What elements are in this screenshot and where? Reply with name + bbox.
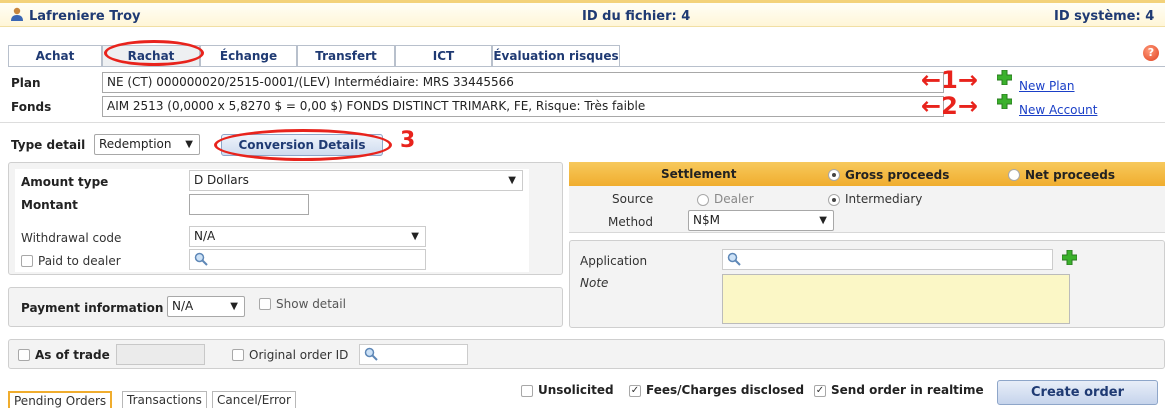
- tab-ict[interactable]: ICT: [395, 45, 492, 66]
- plan-select[interactable]: NE (CT) 000000020/2515-0001/(LEV) Interm…: [102, 72, 944, 93]
- original-order-search[interactable]: [359, 344, 468, 365]
- dealer-radio[interactable]: [697, 192, 709, 206]
- file-id: ID du fichier: 4: [582, 9, 691, 24]
- settlement-label: Settlement: [661, 167, 737, 181]
- system-id: ID système: 4: [1054, 9, 1155, 24]
- note-textarea[interactable]: [722, 274, 1070, 324]
- new-plan-link[interactable]: New Plan: [1019, 79, 1075, 93]
- tab-cancel-error[interactable]: Cancel/Error: [212, 391, 296, 408]
- tab-echange[interactable]: Échange: [200, 45, 297, 66]
- fonds-label: Fonds: [11, 100, 52, 114]
- show-detail-checkbox[interactable]: [259, 296, 271, 310]
- intermediary-label: Intermediary: [845, 192, 923, 206]
- tab-evaluation-risques[interactable]: Évaluation risques: [492, 45, 620, 66]
- annotation-number-3: 3: [400, 128, 416, 153]
- send-realtime-checkbox[interactable]: [814, 383, 826, 397]
- chevron-down-icon: ▼: [411, 231, 419, 242]
- search-icon: [727, 252, 741, 266]
- montant-input[interactable]: [189, 194, 309, 215]
- amount-type-select[interactable]: D Dollars ▼: [189, 170, 523, 191]
- original-order-label: Original order ID: [249, 348, 349, 362]
- tab-transactions[interactable]: Transactions: [122, 391, 207, 408]
- annotation-arrow-2: ←2→: [921, 92, 978, 120]
- source-label: Source: [612, 192, 654, 206]
- as-of-trade-checkbox[interactable]: [18, 347, 30, 361]
- client-header: Lafreniere Troy ID du fichier: 4 ID syst…: [0, 0, 1165, 27]
- help-icon[interactable]: ?: [1143, 45, 1159, 61]
- note-label: Note: [580, 276, 609, 290]
- tab-achat[interactable]: Achat: [8, 45, 102, 66]
- tab-transfert[interactable]: Transfert: [297, 45, 395, 66]
- user-icon: [10, 7, 24, 25]
- fees-disclosed-label: Fees/Charges disclosed: [646, 383, 805, 397]
- create-order-button[interactable]: Create order: [997, 380, 1158, 405]
- as-of-trade-date-input[interactable]: [116, 344, 205, 365]
- net-proceeds-label: Net proceeds: [1025, 168, 1115, 182]
- add-account-icon[interactable]: [996, 93, 1013, 112]
- fees-checkbox[interactable]: [629, 383, 641, 397]
- as-of-trade-label: As of trade: [35, 348, 110, 362]
- tab-pending-orders[interactable]: Pending Orders: [8, 391, 113, 408]
- add-application-icon[interactable]: [1061, 249, 1078, 268]
- gross-proceeds-radio[interactable]: [828, 167, 840, 181]
- original-order-checkbox[interactable]: [232, 347, 244, 361]
- show-detail-label: Show detail: [276, 297, 346, 311]
- type-detail-label: Type detail: [11, 138, 86, 152]
- send-realtime-label: Send order in realtime: [831, 383, 984, 397]
- gross-proceeds-label: Gross proceeds: [845, 168, 950, 182]
- payment-information-label: Payment information: [21, 301, 164, 315]
- paid-to-dealer-checkbox[interactable]: [21, 253, 33, 267]
- chevron-down-icon: ▼: [819, 215, 827, 226]
- application-search[interactable]: [722, 249, 1053, 270]
- withdrawal-code-label: Withdrawal code: [21, 231, 122, 245]
- type-detail-select[interactable]: Redemption ▼: [94, 134, 200, 155]
- chevron-down-icon: ▼: [185, 139, 193, 150]
- unsolicited-label: Unsolicited: [538, 383, 614, 397]
- withdrawal-code-select[interactable]: N/A ▼: [189, 226, 426, 247]
- plan-label: Plan: [11, 76, 41, 90]
- montant-label: Montant: [21, 198, 78, 212]
- add-plan-icon[interactable]: [996, 69, 1013, 88]
- divider: [0, 122, 1165, 123]
- search-icon: [194, 252, 208, 266]
- chevron-down-icon: ▼: [230, 301, 238, 312]
- payment-information-select[interactable]: N/A ▼: [167, 296, 245, 317]
- chevron-down-icon: ▼: [508, 175, 516, 186]
- method-label: Method: [608, 215, 654, 229]
- method-select[interactable]: N$M ▼: [688, 210, 834, 231]
- new-account-link[interactable]: New Account: [1019, 103, 1097, 117]
- application-label: Application: [580, 254, 648, 268]
- paid-to-dealer-search[interactable]: [189, 249, 426, 270]
- unsolicited-checkbox[interactable]: [521, 383, 533, 397]
- intermediary-radio[interactable]: [828, 192, 840, 206]
- search-icon: [364, 347, 378, 361]
- paid-to-dealer-label: Paid to dealer: [38, 254, 121, 268]
- annotation-ellipse-conversion: [214, 129, 392, 161]
- client-name: Lafreniere Troy: [29, 9, 141, 24]
- annotation-arrow-1: ←1→: [921, 66, 978, 94]
- tab-divider: [8, 66, 1165, 67]
- net-proceeds-radio[interactable]: [1008, 167, 1020, 181]
- fonds-select[interactable]: AIM 2513 (0,0000 x 5,8270 $ = 0,00 $) FO…: [102, 96, 944, 117]
- dealer-label: Dealer: [714, 192, 754, 206]
- amount-type-label: Amount type: [21, 175, 109, 189]
- annotation-ellipse-rachat: [104, 40, 204, 66]
